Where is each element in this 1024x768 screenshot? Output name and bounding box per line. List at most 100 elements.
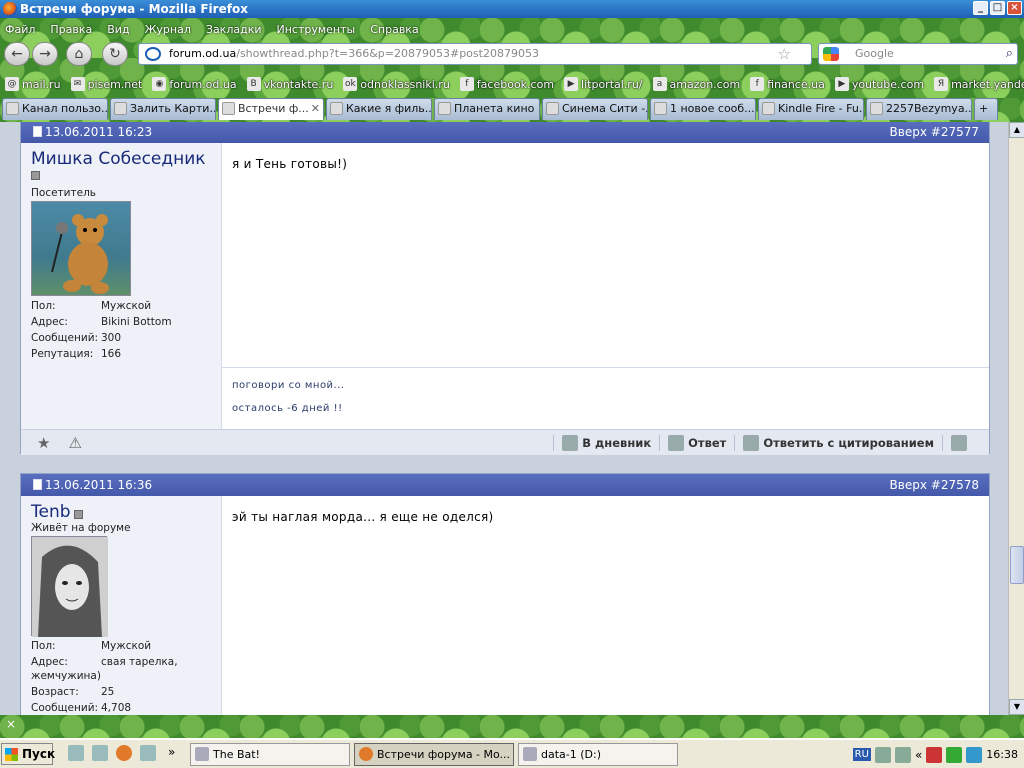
post-icon xyxy=(33,479,42,490)
field-key: Сообщений: xyxy=(31,702,99,714)
menu-help[interactable]: Справка xyxy=(370,21,418,39)
address-bar[interactable]: forum.od.ua/showthread.php?t=366&p=20879… xyxy=(138,43,812,65)
tab-image-file[interactable]: 2257Bezymya... xyxy=(866,98,972,120)
quicklaunch-icon[interactable] xyxy=(68,745,84,761)
bookmark-odnoklassniki[interactable]: ok odnoklassniki.ru xyxy=(338,74,455,94)
user-field-posts: Сообщений: 4,708 xyxy=(31,702,221,714)
tab-new-message[interactable]: 1 новое сооб... xyxy=(650,98,756,120)
tab-label: Залить Карти... xyxy=(130,102,216,115)
close-findbar-icon[interactable]: × xyxy=(6,717,16,731)
menu-file[interactable]: Файл xyxy=(5,21,35,39)
new-tab-button[interactable]: + xyxy=(974,98,998,120)
forum-icon: ◉ xyxy=(152,77,167,91)
offline-status-icon xyxy=(31,170,40,180)
signature: поговори со мной... осталось -6 дней !! xyxy=(222,367,989,438)
avatar[interactable] xyxy=(31,201,131,296)
language-indicator[interactable]: RU xyxy=(852,748,871,761)
show-desktop-icon[interactable] xyxy=(140,745,156,761)
scrollbar-thumb[interactable] xyxy=(1010,546,1024,584)
tab-cinema-city[interactable]: Синема Сити -... xyxy=(542,98,648,120)
site-identity-icon[interactable] xyxy=(145,47,161,61)
bookmark-litportal[interactable]: ▶ litportal.ru/ xyxy=(559,74,647,94)
bookmark-yandex-market[interactable]: Яmarket.yandex.ua xyxy=(929,74,1024,94)
tab-which-films[interactable]: Какие я филь... xyxy=(326,98,432,120)
field-key: Пол: xyxy=(31,300,56,312)
field-key: Возраст: xyxy=(31,686,79,698)
start-button[interactable]: Пуск xyxy=(1,743,55,765)
back-button[interactable]: ← xyxy=(4,42,30,66)
tab-kindle-fire[interactable]: Kindle Fire - Fu... xyxy=(758,98,864,120)
network-icon[interactable] xyxy=(966,746,983,763)
tab-youtube-channel[interactable]: Канал пользо... xyxy=(2,98,108,120)
action-label: Ответить с цитированием xyxy=(763,435,934,450)
avatar[interactable] xyxy=(31,536,108,637)
forum-post: 13.06.2011 16:36 Вверх #27578 Tenb Живёт… xyxy=(20,473,990,715)
tray-icon[interactable] xyxy=(894,746,911,763)
field-value: 300 xyxy=(101,332,122,344)
diary-icon xyxy=(562,434,579,451)
tab-planeta-kino[interactable]: Планета кино xyxy=(434,98,540,120)
tab-upload-image[interactable]: Залить Карти... xyxy=(110,98,216,120)
reply-button[interactable]: Ответ xyxy=(659,434,734,451)
close-tab-icon[interactable]: ✕ xyxy=(311,99,320,119)
google-icon[interactable] xyxy=(823,47,839,61)
scroll-up-arrow-icon[interactable]: ▲ xyxy=(1009,122,1024,138)
post-actions: ★ ⚠ В дневник Ответ Ответить с цитирован… xyxy=(21,429,989,455)
bookmark-amazon[interactable]: a amazon.com xyxy=(648,74,746,94)
menu-history[interactable]: Журнал xyxy=(145,21,191,39)
tray-expand-chevron-icon[interactable]: « xyxy=(915,748,922,762)
report-warning-icon[interactable]: ⚠ xyxy=(68,434,81,452)
multiquote-button[interactable] xyxy=(942,434,975,451)
help-icon[interactable] xyxy=(874,746,891,763)
username-link[interactable]: Мишка Собеседник xyxy=(31,149,206,169)
window-title: Встречи форума - Mozilla Firefox xyxy=(20,2,248,16)
firefox-launch-icon[interactable] xyxy=(116,745,132,761)
post-date: 13.06.2011 16:36 xyxy=(45,478,153,492)
field-value: 166 xyxy=(101,348,122,360)
bookmark-youtube[interactable]: ▶ youtube.com xyxy=(830,74,929,94)
bookmark-star-icon[interactable]: ☆ xyxy=(778,44,791,64)
field-value: жемчужина) xyxy=(31,670,101,682)
amazon-icon: a xyxy=(652,77,667,91)
bookmark-pisem[interactable]: ✉ pisem.net xyxy=(66,74,148,94)
search-input[interactable]: Google ⌕ xyxy=(818,43,1018,65)
bookmark-mailru[interactable]: @ mail.ru xyxy=(0,74,66,94)
username-link[interactable]: Tenb xyxy=(31,502,71,522)
forward-button[interactable]: → xyxy=(32,42,58,66)
search-icon[interactable]: ⌕ xyxy=(1006,44,1013,64)
quote-reply-button[interactable]: Ответить с цитированием xyxy=(734,434,942,451)
maximize-button[interactable]: □ xyxy=(990,1,1005,15)
more-chevron-icon[interactable]: » xyxy=(168,745,175,759)
taskbar-firefox[interactable]: Встречи форума - Mo... xyxy=(354,743,514,766)
tab-label: Канал пользо... xyxy=(22,102,108,115)
minimize-button[interactable]: _ xyxy=(973,1,988,15)
scroll-down-arrow-icon[interactable]: ▼ xyxy=(1009,699,1024,715)
task-label: Встречи форума - Mo... xyxy=(377,748,511,761)
menu-edit[interactable]: Правка xyxy=(50,21,92,39)
post-top-link[interactable]: Вверх #27578 xyxy=(890,474,979,496)
skype-icon[interactable] xyxy=(946,746,963,763)
menu-tools[interactable]: Инструменты xyxy=(277,21,356,39)
amazon-icon xyxy=(762,102,775,115)
bookmark-finance[interactable]: f finance.ua xyxy=(745,74,830,94)
bookmark-label: forum.od.ua xyxy=(169,77,237,91)
taskbar-explorer[interactable]: data-1 (D:) xyxy=(518,743,678,766)
antivirus-icon[interactable] xyxy=(926,746,943,763)
taskbar-thebat[interactable]: The Bat! xyxy=(190,743,350,766)
tab-forum-meetings[interactable]: Встречи ф... ✕ xyxy=(218,98,324,120)
reload-button[interactable]: ↻ xyxy=(102,42,128,66)
home-button[interactable]: ⌂ xyxy=(66,42,92,66)
quicklaunch-icon[interactable] xyxy=(92,745,108,761)
bookmark-forum[interactable]: ◉ forum.od.ua xyxy=(147,74,241,94)
star-icon[interactable]: ★ xyxy=(37,434,50,452)
bookmarks-toolbar: @ mail.ru ✉ pisem.net ◉ forum.od.ua Вvkonta… xyxy=(0,74,1024,94)
vertical-scrollbar[interactable]: ▲ ▼ xyxy=(1008,122,1024,715)
clock[interactable]: 16:38 xyxy=(986,748,1018,761)
bookmark-vkontakte[interactable]: Вvkontakte.ru xyxy=(242,74,339,94)
menu-view[interactable]: Вид xyxy=(107,21,129,39)
close-window-button[interactable]: × xyxy=(1007,1,1022,15)
menu-bookmarks[interactable]: Закладки xyxy=(206,21,262,39)
post-top-link[interactable]: Вверх #27577 xyxy=(890,122,979,143)
add-to-diary-button[interactable]: В дневник xyxy=(553,434,659,451)
bookmark-facebook[interactable]: f facebook.com xyxy=(455,74,559,94)
